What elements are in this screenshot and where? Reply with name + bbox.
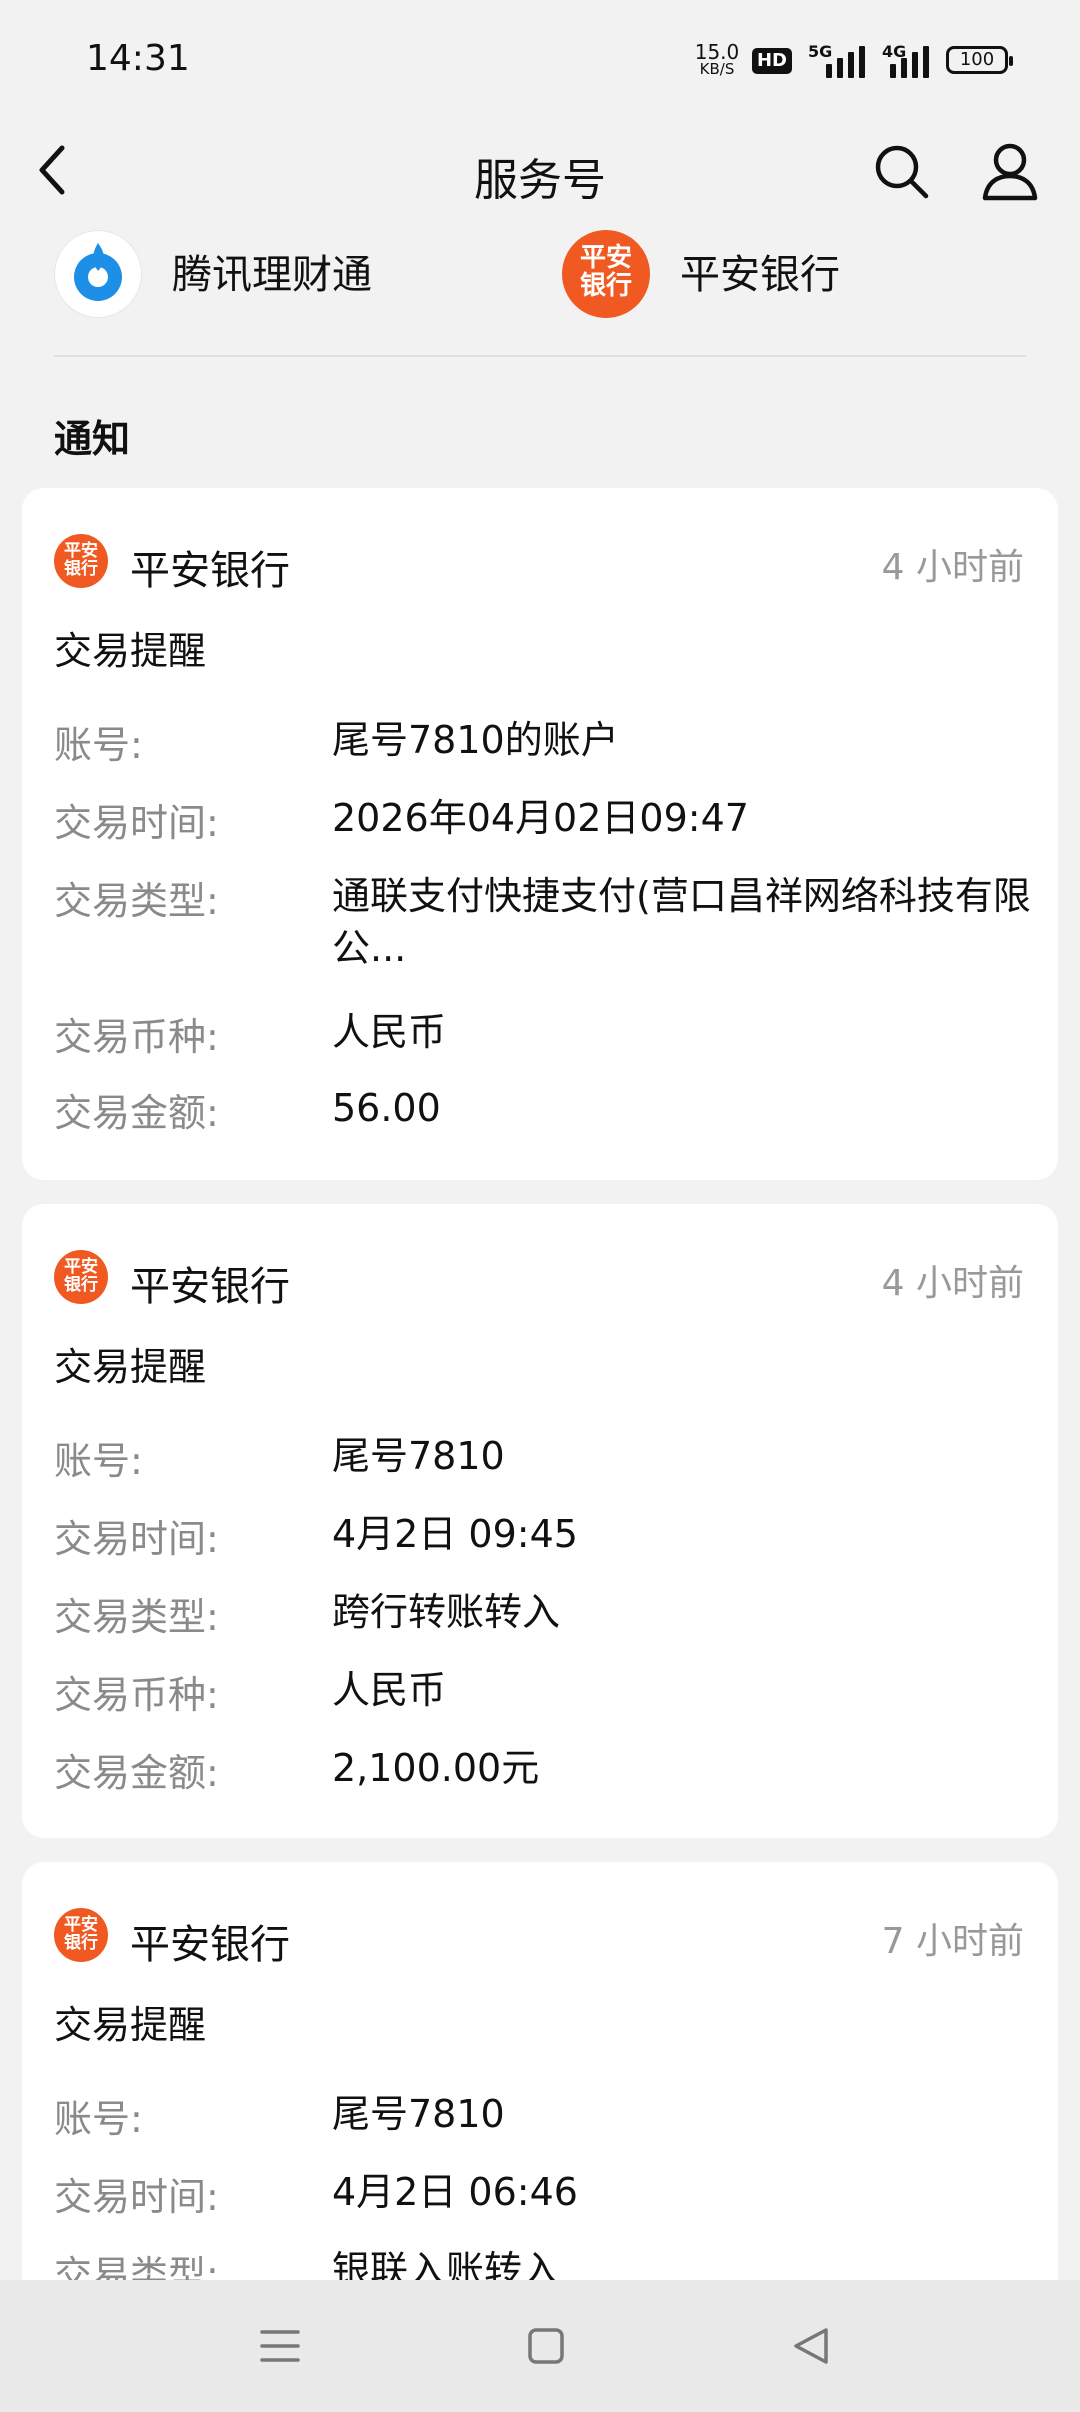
detail-label: 交易类型: [54,879,219,923]
menu-icon[interactable] [250,2316,310,2376]
pingan-bank-logo: 平安 银行 [562,230,650,318]
bank-name: 平安银行 [130,548,290,594]
back-triangle-icon[interactable] [782,2316,842,2376]
signal-4g-icon: 4G [882,42,934,78]
notification-card[interactable]: 平安 银行 平安银行 4 小时前 交易提醒 账号: 尾号7810的账户 交易时间:… [22,488,1058,1180]
time-ago: 4 小时前 [881,1263,1024,1304]
detail-label: 账号: [54,1439,143,1483]
account-name: 腾讯理财通 [172,252,372,298]
profile-icon[interactable] [980,140,1040,204]
detail-label: 交易时间: [54,2175,219,2219]
status-time: 14:31 [86,38,190,79]
app-header: 服务号 [0,120,1080,230]
detail-label: 账号: [54,723,143,767]
detail-value: 2026年04月02日09:47 [332,796,749,840]
detail-value: 4月2日 06:46 [332,2170,578,2214]
pingan-bank-logo: 平安 银行 [54,534,108,588]
hd-icon: HD [752,48,792,74]
bank-name: 平安银行 [130,1922,290,1968]
home-icon[interactable] [516,2316,576,2376]
detail-value: 跨行转账转入 [332,1590,561,1634]
detail-value: 尾号7810的账户 [332,718,619,762]
notification-card[interactable]: 平安 银行 平安银行 7 小时前 交易提醒 账号: 尾号7810 交易时间: 4月2… [22,1862,1058,2322]
subscribed-accounts: 腾讯理财通 平安 银行 平安银行 [0,230,1080,355]
detail-label: 交易币种: [54,1673,219,1717]
pingan-bank-logo: 平安 银行 [54,1908,108,1962]
detail-label: 交易类型: [54,1595,219,1639]
detail-value: 尾号7810 [332,1434,505,1478]
status-bar: 14:31 15.0 KB/S HD 5G 4G 100 [0,0,1080,120]
divider [54,355,1026,357]
detail-value: 人民币 [332,1010,447,1054]
account-name: 平安银行 [680,252,840,298]
card-subject: 交易提醒 [54,1345,207,1389]
bank-name: 平安银行 [130,1264,290,1310]
detail-label: 交易时间: [54,1517,219,1561]
card-header: 平安 银行 平安银行 4 小时前 [54,532,1024,594]
detail-label: 交易币种: [54,1015,219,1059]
search-icon[interactable] [872,142,932,202]
card-subject: 交易提醒 [54,2003,207,2047]
detail-label: 交易金额: [54,1091,219,1135]
detail-value: 2,100.00元 [332,1746,540,1790]
detail-value: 4月2日 09:45 [332,1512,578,1556]
network-speed: 15.0 KB/S [694,40,740,78]
battery-icon: 100 [946,46,1013,74]
tencent-licaitong-logo [54,230,142,318]
time-ago: 7 小时前 [881,1921,1024,1962]
pingan-bank-logo: 平安 银行 [54,1250,108,1304]
system-nav-bar [0,2280,1080,2412]
detail-label: 交易时间: [54,801,219,845]
detail-value: 尾号7810 [332,2092,505,2136]
detail-label: 交易金额: [54,1751,219,1795]
detail-value: 56.00 [332,1086,441,1130]
card-header: 平安 银行 平安银行 7 小时前 [54,1906,1024,1968]
notification-card[interactable]: 平安 银行 平安银行 4 小时前 交易提醒 账号: 尾号7810 交易时间: 4月2… [22,1204,1058,1838]
section-title-notifications: 通知 [54,417,131,461]
time-ago: 4 小时前 [881,547,1024,588]
signal-5g-icon: 5G [806,42,868,78]
card-header: 平安 银行 平安银行 4 小时前 [54,1248,1024,1310]
card-subject: 交易提醒 [54,629,207,673]
detail-value: 人民币 [332,1668,447,1712]
detail-value: 通联支付快捷支付(营口昌祥网络科技有限公... [332,874,1031,970]
detail-label: 账号: [54,2097,143,2141]
